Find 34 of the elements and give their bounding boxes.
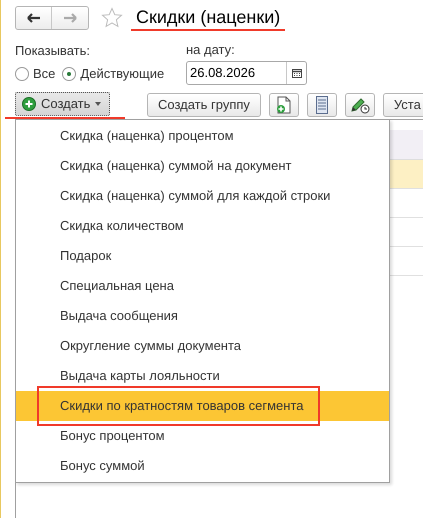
date-field[interactable]: 26.08.2026 [186, 61, 307, 85]
menu-item[interactable]: Выдача сообщения [16, 301, 389, 331]
menu-item[interactable]: Бонус суммой [16, 451, 389, 481]
icon-button[interactable] [268, 93, 299, 117]
toolbar-button[interactable]: Создать группу [147, 93, 261, 117]
icon-button[interactable] [344, 93, 375, 117]
radio-option[interactable]: Все [15, 64, 56, 84]
toolbar-button[interactable]: Уста [382, 93, 423, 117]
menu-item[interactable]: Скидки по кратностям товаров сегмента [16, 391, 389, 421]
page-title: Скидки (наценки) [131, 5, 286, 31]
caret-icon [95, 102, 102, 106]
menu-item[interactable]: Специальная цена [16, 271, 389, 301]
filter-label: Показывать: [15, 43, 91, 59]
radio-button[interactable] [62, 66, 76, 81]
menu-item[interactable]: Выдача карты лояльности [16, 361, 389, 391]
menu-item[interactable]: Бонус процентом [16, 421, 389, 451]
left-arrow-icon [26, 13, 40, 23]
create-button[interactable]: Создать [15, 92, 110, 116]
menu-item[interactable]: Подарок [16, 241, 389, 271]
right-arrow-icon [63, 13, 77, 23]
date-label: на дату: [186, 43, 236, 57]
list-icon [316, 96, 328, 114]
menu-item[interactable]: Скидка количеством [16, 211, 389, 241]
radio-option[interactable]: Действующие [62, 64, 164, 84]
pencil-clock-icon [350, 96, 370, 114]
menu-item[interactable]: Скидка (наценка) суммой для каждой строки [16, 181, 389, 211]
star-icon[interactable] [101, 7, 123, 29]
calendar-icon [292, 68, 302, 78]
plus-circle-icon [22, 96, 36, 110]
menu-item[interactable]: Округление суммы документа [16, 331, 389, 361]
menu-item[interactable]: Скидка (наценка) суммой на документ [16, 151, 389, 181]
new-document-icon [276, 96, 292, 114]
menu-item[interactable]: Скидка (наценка) процентом [16, 121, 389, 151]
radio-button[interactable] [15, 66, 29, 81]
